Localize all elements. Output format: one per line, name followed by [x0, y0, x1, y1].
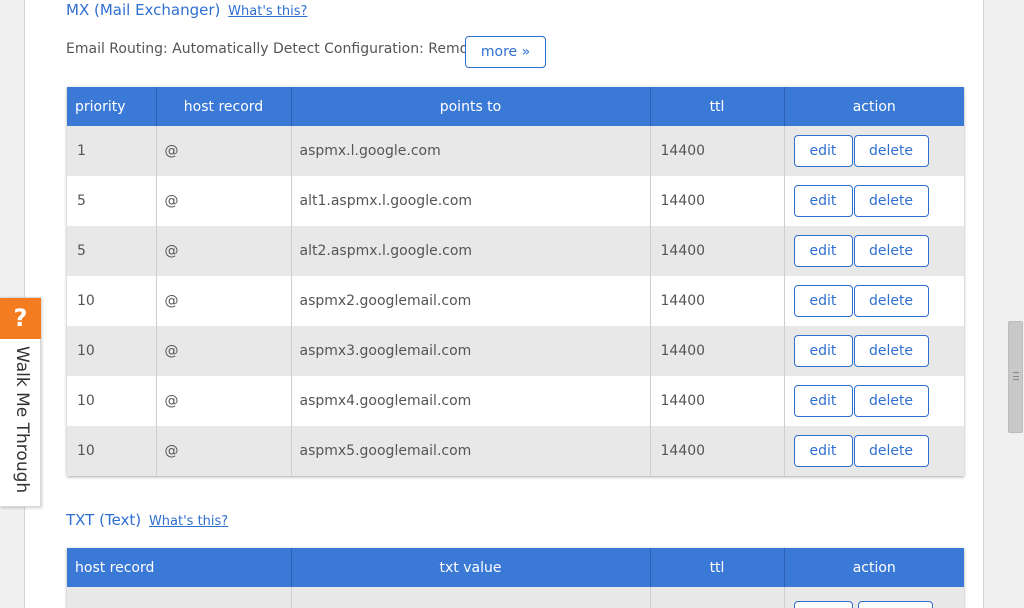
priority-cell: 5: [67, 176, 157, 226]
points-to-cell: aspmx5.googlemail.com: [291, 426, 651, 476]
action-cell: edit delete: [784, 126, 964, 176]
table-row: 10 @ aspmx5.googlemail.com 14400 edit delete: [67, 426, 964, 476]
table-row: 10 @ aspmx4.googlemail.com 14400 edit delete: [67, 376, 964, 426]
edit-button[interactable]: edit: [793, 235, 853, 267]
delete-button[interactable]: delete: [853, 385, 929, 417]
walk-me-through-label: Walk Me Through: [12, 346, 32, 494]
delete-button[interactable]: delete: [857, 601, 933, 608]
action-cell: edit delete: [784, 587, 964, 608]
edit-button[interactable]: edit: [793, 135, 853, 167]
points-to-cell: aspmx.l.google.com: [291, 126, 651, 176]
action-cell: edit delete: [784, 326, 964, 376]
priority-cell: 5: [67, 226, 157, 276]
delete-button[interactable]: delete: [853, 285, 929, 317]
action-cell: edit delete: [784, 176, 964, 226]
content-panel: MX (Mail Exchanger) What's this? Email R…: [24, 0, 984, 608]
priority-cell: 10: [67, 326, 157, 376]
points-to-cell: aspmx4.googlemail.com: [291, 376, 651, 426]
column-header-action: action: [784, 87, 964, 126]
walk-me-through-tab[interactable]: ? Walk Me Through: [0, 297, 41, 507]
column-header-host-record[interactable]: host record: [67, 548, 292, 587]
host-record-cell: @: [156, 426, 292, 476]
txt-records-table: host record txt value ttl action edit de…: [67, 548, 964, 608]
priority-cell: 10: [67, 276, 157, 326]
edit-button[interactable]: edit: [793, 285, 853, 317]
action-cell: edit delete: [784, 276, 964, 326]
points-to-cell: aspmx3.googlemail.com: [291, 326, 651, 376]
grip-icon: [1013, 372, 1019, 380]
priority-cell: 10: [67, 426, 157, 476]
edit-button[interactable]: edit: [793, 601, 853, 608]
host-record-cell: @: [156, 326, 292, 376]
host-record-cell: @: [156, 226, 292, 276]
mx-table-header: priority host record points to ttl actio…: [67, 87, 964, 126]
table-row: edit delete: [67, 587, 964, 608]
question-icon: ?: [0, 298, 41, 339]
delete-button[interactable]: delete: [853, 335, 929, 367]
ttl-cell: 14400: [650, 276, 785, 326]
column-header-ttl[interactable]: ttl: [650, 87, 785, 126]
host-record-cell: @: [156, 376, 292, 426]
column-header-ttl[interactable]: ttl: [650, 548, 785, 587]
txt-whats-this-link[interactable]: What's this?: [149, 514, 228, 529]
delete-button[interactable]: delete: [853, 435, 929, 467]
column-header-points-to[interactable]: points to: [291, 87, 651, 126]
points-to-cell: aspmx2.googlemail.com: [291, 276, 651, 326]
email-routing-text: Email Routing: Automatically Detect Conf…: [66, 41, 483, 57]
table-row: 5 @ alt1.aspmx.l.google.com 14400 edit delete: [67, 176, 964, 226]
priority-cell: 10: [67, 376, 157, 426]
edit-button[interactable]: edit: [793, 185, 853, 217]
mx-title-text: MX (Mail Exchanger): [66, 1, 221, 19]
ttl-cell: [650, 587, 785, 608]
column-header-action: action: [784, 548, 964, 587]
mx-whats-this-link[interactable]: What's this?: [228, 4, 307, 19]
txt-value-cell: [291, 587, 651, 608]
edit-button[interactable]: edit: [793, 335, 853, 367]
ttl-cell: 14400: [650, 126, 785, 176]
points-to-cell: alt2.aspmx.l.google.com: [291, 226, 651, 276]
mx-records-table: priority host record points to ttl actio…: [67, 87, 964, 476]
ttl-cell: 14400: [650, 426, 785, 476]
action-cell: edit delete: [784, 226, 964, 276]
action-cell: edit delete: [784, 376, 964, 426]
host-record-cell: @: [156, 126, 292, 176]
delete-button[interactable]: delete: [853, 185, 929, 217]
edit-button[interactable]: edit: [793, 435, 853, 467]
scrollbar-thumb[interactable]: [1008, 321, 1023, 433]
priority-cell: 1: [67, 126, 157, 176]
txt-section-title: TXT (Text) What's this?: [66, 511, 228, 529]
table-row: 1 @ aspmx.l.google.com 14400 edit delete: [67, 126, 964, 176]
column-header-txt-value[interactable]: txt value: [291, 548, 651, 587]
delete-button[interactable]: delete: [853, 135, 929, 167]
column-header-priority[interactable]: priority: [67, 87, 157, 126]
action-cell: edit delete: [784, 426, 964, 476]
table-row: 5 @ alt2.aspmx.l.google.com 14400 edit delete: [67, 226, 964, 276]
ttl-cell: 14400: [650, 226, 785, 276]
ttl-cell: 14400: [650, 176, 785, 226]
vertical-scrollbar[interactable]: [1007, 0, 1024, 608]
host-record-cell: [67, 587, 292, 608]
ttl-cell: 14400: [650, 376, 785, 426]
txt-table-header: host record txt value ttl action: [67, 548, 964, 587]
edit-button[interactable]: edit: [793, 385, 853, 417]
column-header-host-record[interactable]: host record: [156, 87, 292, 126]
table-row: 10 @ aspmx3.googlemail.com 14400 edit delete: [67, 326, 964, 376]
mx-section-title: MX (Mail Exchanger) What's this?: [66, 1, 307, 19]
host-record-cell: @: [156, 176, 292, 226]
points-to-cell: alt1.aspmx.l.google.com: [291, 176, 651, 226]
host-record-cell: @: [156, 276, 292, 326]
delete-button[interactable]: delete: [853, 235, 929, 267]
more-button[interactable]: more »: [465, 36, 546, 68]
table-row: 10 @ aspmx2.googlemail.com 14400 edit delete: [67, 276, 964, 326]
txt-title-text: TXT (Text): [66, 511, 142, 529]
ttl-cell: 14400: [650, 326, 785, 376]
